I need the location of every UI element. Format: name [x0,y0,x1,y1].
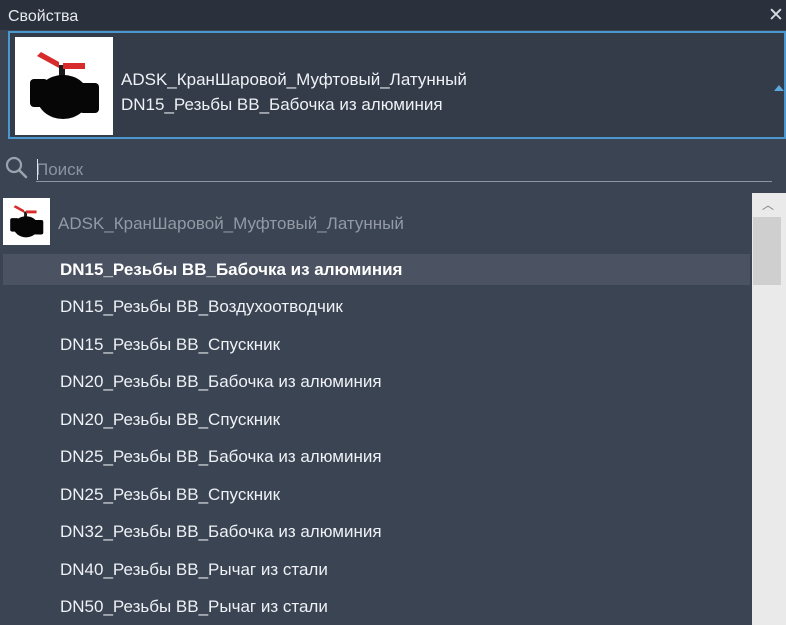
text-caret [37,159,38,180]
family-group-header: ADSK_КранШаровой_Муфтовый_Латунный [0,193,752,249]
list-item-label: DN32_Резьбы ВВ_Бабочка из алюминия [60,522,382,541]
search-bar [0,147,786,190]
search-icon [5,156,28,179]
list-item[interactable]: DN25_Резьбы ВВ_Бабочка из алюминия [3,441,750,472]
type-selector[interactable]: ADSK_КранШаровой_Муфтовый_Латунный DN15_… [8,31,786,139]
list-item[interactable]: DN20_Резьбы ВВ_Спускник [3,404,750,435]
list-item[interactable]: DN15_Резьбы ВВ_Спускник [3,329,750,360]
list-item-label: DN25_Резьбы ВВ_Спускник [60,485,281,504]
list-item[interactable]: DN32_Резьбы ВВ_Бабочка из алюминия [3,516,750,547]
list-item-label: DN20_Резьбы ВВ_Бабочка из алюминия [60,372,382,391]
family-label: ADSK_КранШаровой_Муфтовый_Латунный [58,214,404,233]
list-item-label: DN20_Резьбы ВВ_Спускник [60,410,281,429]
list-item-label: DN50_Резьбы ВВ_Рычаг из стали [60,597,328,616]
scroll-up-button[interactable]: ︿ [760,198,776,212]
title-bar: Свойства ✕ [0,0,786,30]
list-item-label: DN25_Резьбы ВВ_Бабочка из алюминия [60,447,382,466]
selector-family-name: ADSK_КранШаровой_Муфтовый_Латунный [121,70,467,89]
panel-title: Свойства [8,8,79,25]
type-list: ADSK_КранШаровой_Муфтовый_Латунный DN15_… [0,193,786,625]
list-item-label: DN40_Резьбы ВВ_Рычаг из стали [60,560,328,579]
vertical-scrollbar[interactable]: ︿ [752,193,786,625]
list-item[interactable]: DN15_Резьбы ВВ_Воздухоотводчик [3,291,750,322]
dropdown-arrow-icon[interactable] [774,83,784,93]
selector-type-name: DN15_Резьбы ВВ_Бабочка из алюминия [121,95,443,114]
scroll-thumb[interactable] [753,217,781,285]
list-item-label: DN15_Резьбы ВВ_Бабочка из алюминия [60,260,403,279]
ball-valve-icon [3,198,50,245]
list-item-label: DN15_Резьбы ВВ_Воздухоотводчик [60,297,343,316]
search-input[interactable] [36,159,772,182]
close-button[interactable]: ✕ [766,6,786,26]
list-item[interactable]: DN20_Резьбы ВВ_Бабочка из алюминия [3,366,750,397]
list-item-label: DN15_Резьбы ВВ_Спускник [60,335,281,354]
list-item[interactable]: DN50_Резьбы ВВ_Рычаг из стали [3,591,750,622]
selector-text: ADSK_КранШаровой_Муфтовый_Латунный DN15_… [121,67,467,117]
ball-valve-icon [15,37,113,135]
list-item[interactable]: DN25_Резьбы ВВ_Спускник [3,479,750,510]
list-item[interactable]: DN40_Резьбы ВВ_Рычаг из стали [3,554,750,585]
list-item[interactable]: DN15_Резьбы ВВ_Бабочка из алюминия [3,254,750,285]
